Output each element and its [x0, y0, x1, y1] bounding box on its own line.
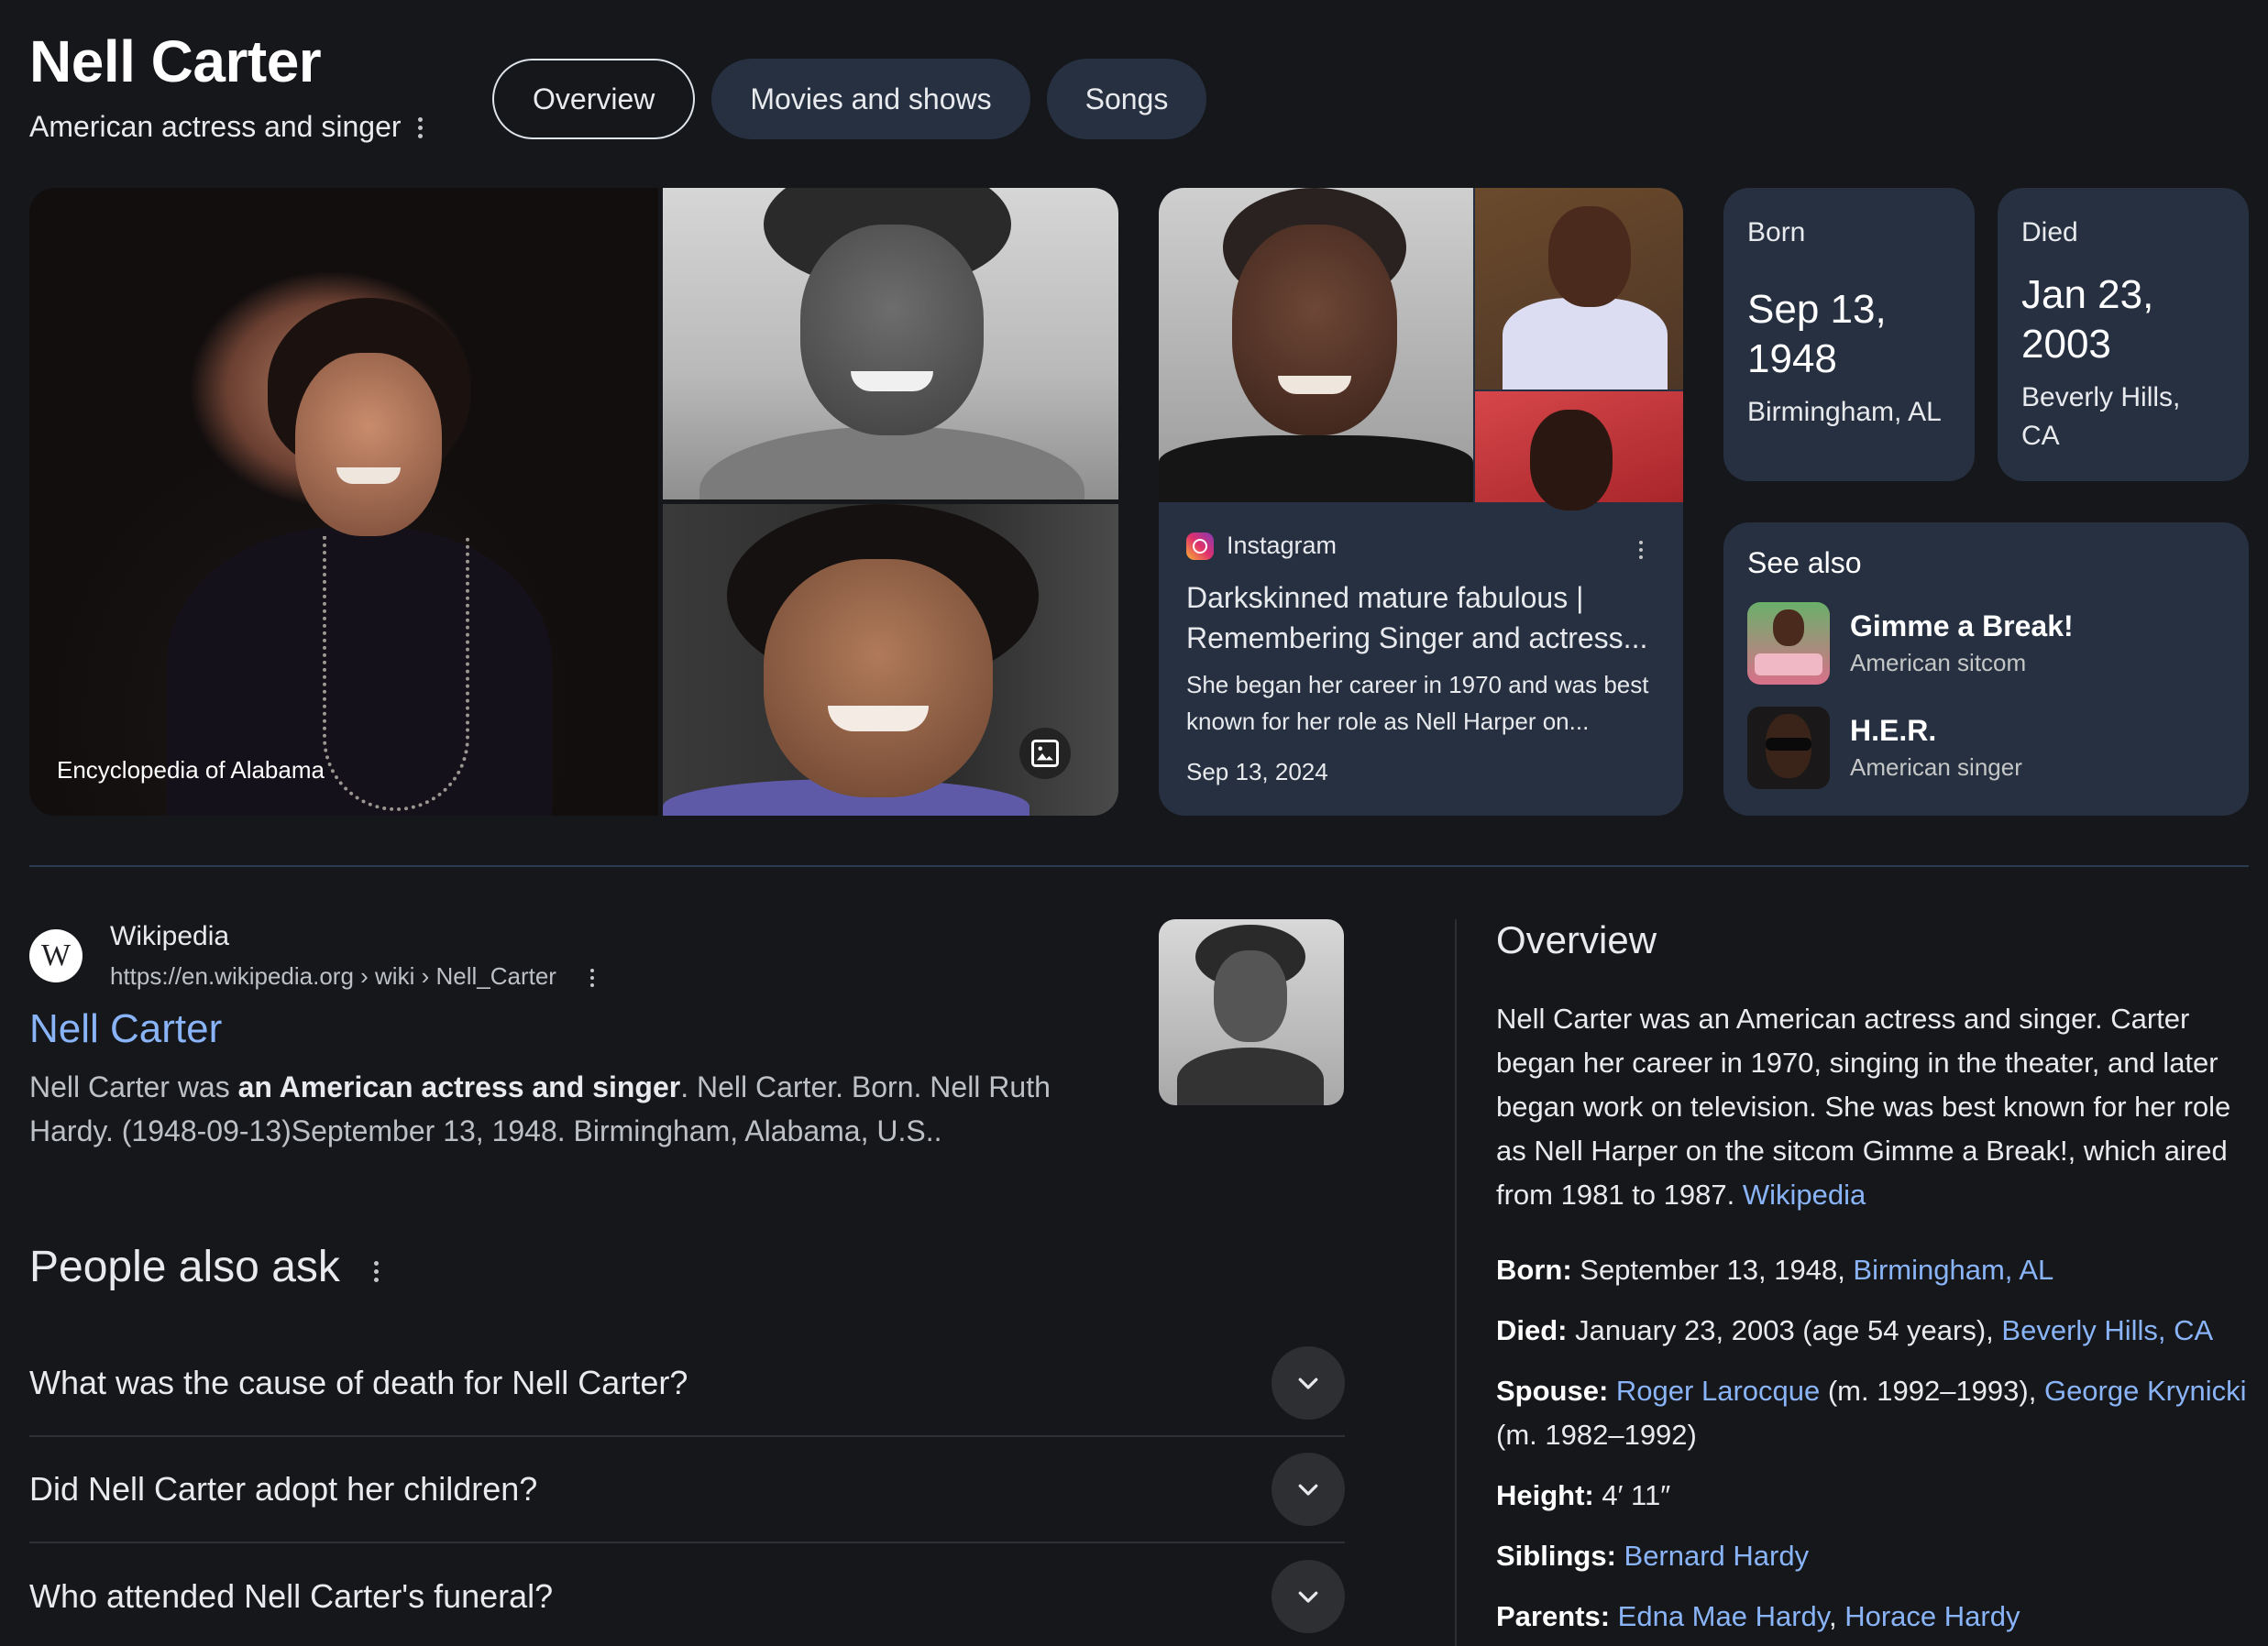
- fact-link[interactable]: Bernard Hardy: [1624, 1540, 1810, 1572]
- gimme-a-break-thumbnail: [1747, 602, 1830, 685]
- fact-value: January 23, 2003 (age 54 years),: [1567, 1314, 2002, 1346]
- expand-button[interactable]: [1272, 1346, 1345, 1420]
- wikipedia-icon: W: [29, 929, 83, 982]
- fact-link[interactable]: Roger Larocque: [1616, 1375, 1820, 1407]
- see-also-item-gimme-a-break[interactable]: Gimme a Break! American sitcom: [1747, 602, 2225, 685]
- people-also-ask-list: What was the cause of death for Nell Car…: [29, 1331, 1345, 1646]
- paa-question-text: Did Nell Carter adopt her children?: [29, 1470, 538, 1508]
- tab-overview[interactable]: Overview: [492, 59, 696, 139]
- more-vert-icon: [583, 961, 601, 994]
- page-title: Nell Carter: [29, 28, 322, 94]
- her-thumbnail: [1747, 707, 1830, 789]
- fact-spouse: Spouse: Roger Larocque (m. 1992–1993), G…: [1496, 1369, 2248, 1457]
- fact-label: Spouse:: [1496, 1375, 1609, 1407]
- fact-label: Siblings:: [1496, 1540, 1616, 1572]
- born-date: Sep 13, 1948: [1747, 287, 1887, 381]
- instagram-collage: [1159, 188, 1683, 510]
- facts-list: Born: September 13, 1948, Birmingham, AL…: [1496, 1248, 2248, 1646]
- fact-link[interactable]: George Krynicki: [2044, 1375, 2247, 1407]
- paa-question[interactable]: Who attended Nell Carter's funeral?: [29, 1543, 1345, 1646]
- people-also-ask-title: People also ask: [29, 1243, 340, 1291]
- fact-value: (m. 1992–1993),: [1820, 1375, 2044, 1407]
- fact-value: (m. 1982–1992): [1496, 1419, 1697, 1451]
- see-also-title: See also: [1747, 546, 1862, 579]
- fact-label: Height:: [1496, 1479, 1594, 1511]
- born-card[interactable]: Born Sep 13, 1948 Birmingham, AL: [1723, 188, 1975, 481]
- died-date: Jan 23, 2003: [2021, 272, 2154, 367]
- more-vert-icon: [411, 112, 429, 145]
- fact-died: Died: January 23, 2003 (age 54 years), B…: [1496, 1309, 2248, 1353]
- see-also-name: H.E.R.: [1850, 714, 1937, 747]
- fact-value: September 13, 1948,: [1571, 1254, 1854, 1286]
- paa-question[interactable]: Did Nell Carter adopt her children?: [29, 1437, 1345, 1543]
- fact-link[interactable]: Edna Mae Hardy: [1618, 1600, 1829, 1632]
- entity-tabs: Overview Movies and shows Songs: [492, 59, 1207, 139]
- fact-value: ,: [1829, 1600, 1845, 1632]
- born-label: Born: [1747, 217, 1806, 247]
- chevron-down-icon: [1298, 1377, 1318, 1389]
- chevron-down-icon: [1298, 1591, 1318, 1603]
- panel-divider: [1455, 919, 1457, 1646]
- photo-source-caption: Encyclopedia of Alabama: [57, 756, 325, 784]
- people-also-ask-more-button[interactable]: [367, 1254, 385, 1289]
- paa-question-text: What was the cause of death for Nell Car…: [29, 1364, 688, 1401]
- tab-songs[interactable]: Songs: [1046, 59, 1207, 139]
- fact-value: 4′ 11″: [1593, 1479, 1671, 1511]
- fact-siblings: Siblings: Bernard Hardy: [1496, 1534, 2248, 1578]
- section-divider: [29, 865, 2249, 867]
- result-site-name[interactable]: Wikipedia: [110, 921, 229, 952]
- instagram-more-button[interactable]: [1632, 532, 1650, 566]
- born-place: Birmingham, AL: [1747, 397, 1942, 427]
- overview-description: Nell Carter was an American actress and …: [1496, 997, 2248, 1217]
- entity-subtitle: American actress and singer: [29, 110, 402, 143]
- fact-link[interactable]: Birmingham, AL: [1853, 1254, 2053, 1286]
- instagram-source: Instagram: [1186, 532, 1337, 560]
- see-also-panel: See also Gimme a Break! American sitcom …: [1723, 522, 2249, 816]
- result-url[interactable]: https://en.wikipedia.org › wiki › Nell_C…: [110, 962, 556, 991]
- snippet-text: Nell Carter was: [29, 1070, 238, 1103]
- image-search-icon: [1031, 740, 1059, 767]
- photo-bottom-right[interactable]: [663, 504, 1118, 816]
- result-thumbnail[interactable]: [1159, 919, 1344, 1105]
- fact-label: Born:: [1496, 1254, 1572, 1286]
- result-more-button[interactable]: [583, 960, 601, 994]
- more-images-button[interactable]: [1019, 728, 1071, 779]
- fact-parents: Parents: Edna Mae Hardy, Horace Hardy: [1496, 1595, 2248, 1639]
- died-place: Beverly Hills, CA: [2021, 382, 2181, 451]
- more-options-button[interactable]: [411, 110, 429, 145]
- died-label: Died: [2021, 217, 2078, 247]
- tab-movies-and-shows[interactable]: Movies and shows: [711, 59, 1030, 139]
- main-photo[interactable]: Encyclopedia of Alabama: [29, 188, 658, 816]
- fact-height: Height: 4′ 11″: [1496, 1474, 2248, 1518]
- instagram-result-card[interactable]: Instagram Darkskinned mature fabulous | …: [1159, 188, 1683, 816]
- more-vert-icon: [1632, 533, 1650, 566]
- fact-label: Parents:: [1496, 1600, 1611, 1632]
- fact-link[interactable]: Horace Hardy: [1844, 1600, 2020, 1632]
- more-vert-icon: [367, 1256, 385, 1289]
- instagram-title[interactable]: Darkskinned mature fabulous | Rememberin…: [1186, 577, 1663, 658]
- see-also-name: Gimme a Break!: [1850, 609, 2074, 642]
- instagram-icon: [1186, 532, 1214, 560]
- overview-title: Overview: [1496, 918, 1657, 961]
- chevron-down-icon: [1298, 1484, 1318, 1496]
- overview-source-link[interactable]: Wikipedia: [1743, 1179, 1866, 1211]
- expand-button[interactable]: [1272, 1560, 1345, 1633]
- see-also-subtitle: American sitcom: [1850, 649, 2027, 676]
- snippet-bold: an American actress and singer: [237, 1070, 681, 1103]
- result-snippet: Nell Carter was an American actress and …: [29, 1065, 1111, 1153]
- instagram-source-label: Instagram: [1227, 532, 1338, 559]
- instagram-date: Sep 13, 2024: [1186, 758, 1328, 785]
- paa-question-text: Who attended Nell Carter's funeral?: [29, 1577, 554, 1615]
- see-also-item-her[interactable]: H.E.R. American singer: [1747, 707, 2225, 789]
- fact-link[interactable]: Beverly Hills, CA: [2001, 1314, 2213, 1346]
- see-also-subtitle: American singer: [1850, 753, 2022, 781]
- fact-born: Born: September 13, 1948, Birmingham, AL: [1496, 1248, 2248, 1292]
- result-title-link[interactable]: Nell Carter: [29, 1006, 222, 1052]
- expand-button[interactable]: [1272, 1453, 1345, 1526]
- died-card[interactable]: Died Jan 23, 2003 Beverly Hills, CA: [1998, 188, 2249, 481]
- fact-label: Died:: [1496, 1314, 1568, 1346]
- instagram-description: She began her career in 1970 and was bes…: [1186, 671, 1649, 735]
- paa-question[interactable]: What was the cause of death for Nell Car…: [29, 1331, 1345, 1437]
- photo-top-right[interactable]: [663, 188, 1118, 499]
